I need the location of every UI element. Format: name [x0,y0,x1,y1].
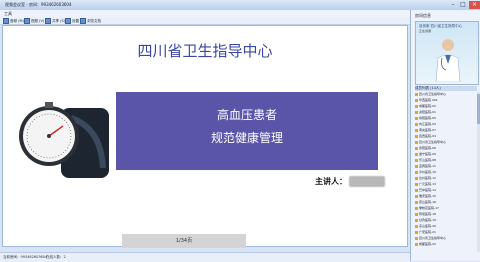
user-icon [415,140,418,144]
microphone-icon [3,18,9,24]
window-title: 视频会议室 - 房间：993462603604 [5,2,72,7]
list-item[interactable]: 四川省卫生指导中心 [415,92,477,97]
list-item[interactable]: 乐山医院-08 [415,158,477,163]
list-item[interactable]: 自贡医院-04 [415,134,477,139]
video-subcaption: 正在讲课 [419,29,432,33]
list-item[interactable]: 达州医院-12 [415,176,477,181]
user-icon [415,242,418,246]
user-icon [415,182,418,186]
presenter-video[interactable]: 自然家 四川省卫生指导中心 正在讲课 [415,21,479,85]
list-item[interactable]: 凉山医院-20 [415,224,477,229]
user-icon [415,98,418,102]
list-item[interactable]: 华西医院 001 [415,98,477,103]
user-icon [415,200,418,204]
page-number: 1/34页 [175,238,193,244]
list-item[interactable]: 内江医院-03 [415,122,477,127]
user-icon [415,146,418,150]
list-item[interactable]: 成都医院-22 [415,242,477,247]
list-item[interactable]: 广安医院-21 [415,230,477,235]
slide-title: 四川省卫生指导中心 [137,42,273,60]
topic-banner: 高血压患者 规范健康管理 [116,92,378,170]
user-icon [415,104,418,108]
list-item[interactable]: 四川省卫生指导中心 [415,236,477,241]
user-icon [415,218,418,222]
list-item[interactable]: 阿坝医院-18 [415,212,477,217]
list-item[interactable]: 绵阳医院-05 [415,116,477,121]
list-item[interactable]: 泸州医院-10 [415,170,477,175]
user-icon [415,194,418,198]
user-icon [415,170,418,174]
speaker-label: 主讲人： [315,177,347,186]
user-icon [415,176,418,180]
speaker-name-redacted [349,176,385,187]
minimize-icon[interactable]: – [448,1,458,9]
toolbar-audio-button[interactable]: 音频 (M) [3,18,24,24]
user-icon [415,224,418,228]
presentation-slide: 四川省卫生指导中心 高血压患者 规范健康管理 主讲人： [2,25,408,247]
list-item[interactable]: 资阳医院-01 [415,110,477,115]
maximize-icon[interactable]: □ [458,1,468,9]
user-icon [415,206,418,210]
toolbar: 音频 (M) 视频 (V) 共享 (S) 设置 浏览文档 [0,17,410,25]
user-icon [415,230,418,234]
folder-icon [80,18,86,24]
toolbar-video-button[interactable]: 视频 (V) [24,18,44,24]
page-indicator[interactable]: 1/34页 [122,234,246,248]
list-item[interactable]: 雅安医院-15 [415,194,477,199]
room-info-header: 房间信息 [415,13,431,18]
list-item[interactable]: 眉山医院-16 [415,200,477,205]
member-list-title: 成员列表 (14人) [415,86,477,91]
user-icon [415,158,418,162]
blood-pressure-gauge-image [19,102,109,178]
menu-item-tools[interactable]: 工具 [4,10,12,17]
right-panel: 房间信息 自然家 四川省卫生指导中心 正在讲课 成员列表 (14人) 四川省卫生… [410,10,480,261]
user-icon [415,134,418,138]
list-item[interactable]: 广元医院-13 [415,182,477,187]
camera-icon [24,18,30,24]
list-item[interactable]: 攀枝花医院-17 [415,206,477,211]
list-item[interactable]: 南充医院-07 [415,128,477,133]
toolbar-browse-button[interactable]: 浏览文档 [80,18,101,24]
gear-icon [65,18,71,24]
user-icon [415,152,418,156]
user-icon [415,116,418,120]
list-item[interactable]: 德阳医院-06 [415,146,477,151]
user-icon [415,188,418,192]
user-icon [415,92,418,96]
list-item[interactable]: 成都医院-02 [415,104,477,109]
user-icon [415,110,418,114]
status-online: 在线人数：2 [46,255,66,259]
doctor-avatar-icon [435,39,461,82]
list-item[interactable]: 四川省卫生指导中心 [415,140,477,145]
user-icon [415,128,418,132]
user-icon [415,122,418,126]
list-item[interactable]: 遂宁医院-09 [415,152,477,157]
user-icon [415,164,418,168]
user-icon [415,236,418,240]
status-room: 当前房间：993462603604 [3,255,48,259]
toolbar-share-button[interactable]: 共享 (S) [45,18,65,24]
share-icon [45,18,51,24]
list-item[interactable]: 宜宾医院-11 [415,164,477,169]
list-item[interactable]: 甘孜医院-19 [415,218,477,223]
user-icon [415,212,418,216]
topic-line-2: 规范健康管理 [210,131,283,145]
member-list: 四川省卫生指导中心 华西医院 001 成都医院-02 资阳医院-01 绵阳医院-… [415,92,477,252]
close-icon[interactable]: × [469,1,480,9]
list-item[interactable]: 巴中医院-14 [415,188,477,193]
topic-line-1: 高血压患者 [216,108,277,122]
toolbar-settings-button[interactable]: 设置 [65,18,79,24]
